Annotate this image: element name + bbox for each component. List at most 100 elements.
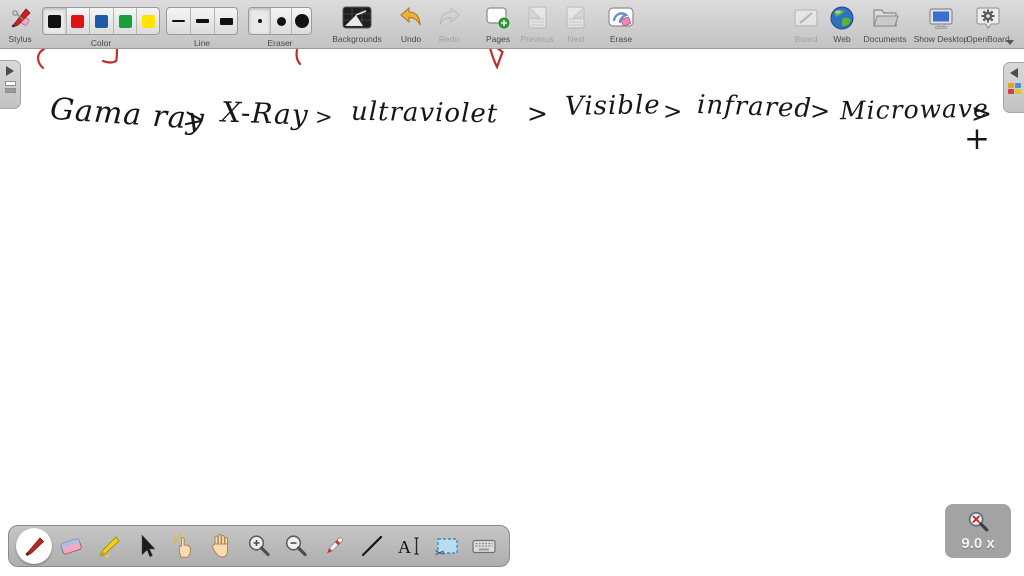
next-page-label: Next: [567, 34, 585, 44]
eraser-small-button[interactable]: [249, 8, 271, 34]
stylus-button[interactable]: Stylus: [2, 2, 38, 46]
eraser-large-button[interactable]: [292, 8, 311, 34]
handwritten-plus: +: [964, 121, 991, 157]
next-page-button[interactable]: Next: [560, 2, 592, 46]
board-mode-label: Board: [794, 34, 818, 44]
board-mode-button[interactable]: Board: [790, 2, 822, 46]
color-swatch-red[interactable]: [67, 8, 91, 34]
line-section: Line: [166, 2, 238, 48]
color-swatch-yellow[interactable]: [137, 8, 159, 34]
line-icon: [361, 535, 382, 557]
eraser-label: Eraser: [267, 38, 293, 48]
capture-tool-button[interactable]: ✂: [429, 528, 465, 564]
marker-tool-button[interactable]: [91, 528, 127, 564]
stylus-icon: [2, 2, 38, 34]
yellow-color-chip: [141, 14, 155, 28]
selector-tool-button[interactable]: [128, 528, 164, 564]
pen-tool-button[interactable]: [15, 528, 52, 564]
handwritten-word: X-Ray: [220, 95, 310, 132]
eraser-tool-button[interactable]: [53, 528, 89, 564]
color-swatch-black[interactable]: [43, 8, 67, 34]
color-label: Color: [90, 38, 112, 48]
undo-icon: [394, 2, 428, 34]
chevron-down-icon[interactable]: [1006, 40, 1014, 45]
line-width-thin-button[interactable]: [167, 8, 191, 34]
left-panel-tab[interactable]: [0, 60, 21, 109]
virtual-keyboard-tool-button[interactable]: [466, 528, 502, 564]
small-dot-icon: [257, 19, 262, 23]
page-list-icon: [4, 81, 16, 93]
zoom-reset-indicator[interactable]: 9.0 x: [945, 504, 1011, 558]
next-page-icon: [560, 2, 592, 34]
medium-line-icon: [196, 19, 209, 23]
svg-text:A: A: [398, 537, 411, 557]
web-mode-button[interactable]: Web: [826, 2, 858, 46]
handwritten-greater-than: >: [315, 105, 334, 129]
line-tool-button[interactable]: [354, 528, 390, 564]
web-globe-icon: [826, 2, 858, 34]
capture-icon: ✂: [435, 538, 458, 560]
previous-page-icon: [518, 2, 556, 34]
previous-page-label: Previous: [520, 34, 554, 44]
pointing-hand-icon: [172, 533, 191, 559]
redo-icon: [432, 2, 466, 34]
backgrounds-button[interactable]: Backgrounds: [330, 2, 384, 46]
drawing-canvas[interactable]: Gama ray > X-Ray > ultraviolet > Visible…: [0, 0, 1024, 576]
zoom-out-icon: [286, 535, 308, 557]
cursor-arrow-icon: [142, 534, 156, 558]
thick-line-icon: [219, 17, 233, 25]
medium-dot-icon: [276, 16, 286, 26]
previous-page-button[interactable]: Previous: [518, 2, 556, 46]
erase-page-label: Erase: [609, 34, 633, 44]
handwritten-greater-than: >: [663, 99, 684, 125]
line-width-medium-button[interactable]: [191, 8, 215, 34]
handwritten-greater-than: >: [810, 97, 832, 125]
red-color-chip: [71, 14, 85, 28]
zoom-cancel-icon: [968, 511, 989, 532]
laser-pointer-tool-button[interactable]: [316, 528, 352, 564]
text-tool-button[interactable]: A: [391, 528, 427, 564]
color-section: Color: [42, 2, 160, 48]
backgrounds-label: Backgrounds: [332, 34, 382, 44]
whiteboard-app: Gama ray > X-Ray > ultraviolet > Visible…: [0, 0, 1024, 576]
zoom-in-tool-button[interactable]: [241, 528, 277, 564]
pages-label: Pages: [485, 34, 511, 44]
text-tool-icon: A: [398, 537, 419, 557]
stylus-label: Stylus: [8, 34, 32, 44]
eraser-medium-button[interactable]: [271, 8, 292, 34]
stylus-tool-dock: A ✂: [8, 525, 510, 567]
line-width-group: [166, 7, 238, 35]
green-color-chip: [118, 14, 132, 28]
interact-tool-button[interactable]: [166, 528, 202, 564]
color-swatch-green[interactable]: [114, 8, 138, 34]
svg-text:✂: ✂: [435, 546, 445, 560]
zoom-level-value: 9.0 x: [961, 535, 995, 552]
web-mode-label: Web: [833, 34, 851, 44]
documents-mode-button[interactable]: Documents: [860, 2, 910, 46]
library-icon: [1007, 83, 1021, 94]
zoom-in-icon: [248, 535, 270, 557]
handwritten-word: Visible: [564, 90, 661, 122]
top-toolbar: Stylus Color Line Eraser Backgrounds Und…: [0, 0, 1024, 49]
eraser-size-group: [248, 7, 312, 35]
undo-button[interactable]: Undo: [394, 2, 428, 46]
redo-button[interactable]: Redo: [432, 2, 466, 46]
line-width-thick-button[interactable]: [215, 8, 237, 34]
board-mode-icon: [790, 2, 822, 34]
expand-right-icon: [6, 66, 14, 76]
documents-folder-icon: [860, 2, 910, 34]
line-label: Line: [193, 38, 211, 48]
pan-tool-button[interactable]: [203, 528, 239, 564]
large-dot-icon: [294, 14, 309, 28]
erase-page-button[interactable]: Erase: [602, 2, 640, 46]
expand-left-icon: [1010, 68, 1018, 78]
pages-button[interactable]: Pages: [480, 2, 516, 46]
pen-icon: [25, 537, 44, 557]
zoom-out-tool-button[interactable]: [278, 528, 314, 564]
laser-pointer-icon: [327, 537, 344, 554]
color-swatch-blue[interactable]: [90, 8, 114, 34]
right-panel-tab[interactable]: [1003, 62, 1024, 113]
redo-label: Redo: [438, 34, 460, 44]
open-hand-icon: [212, 534, 229, 558]
eraser-icon: [60, 538, 82, 555]
